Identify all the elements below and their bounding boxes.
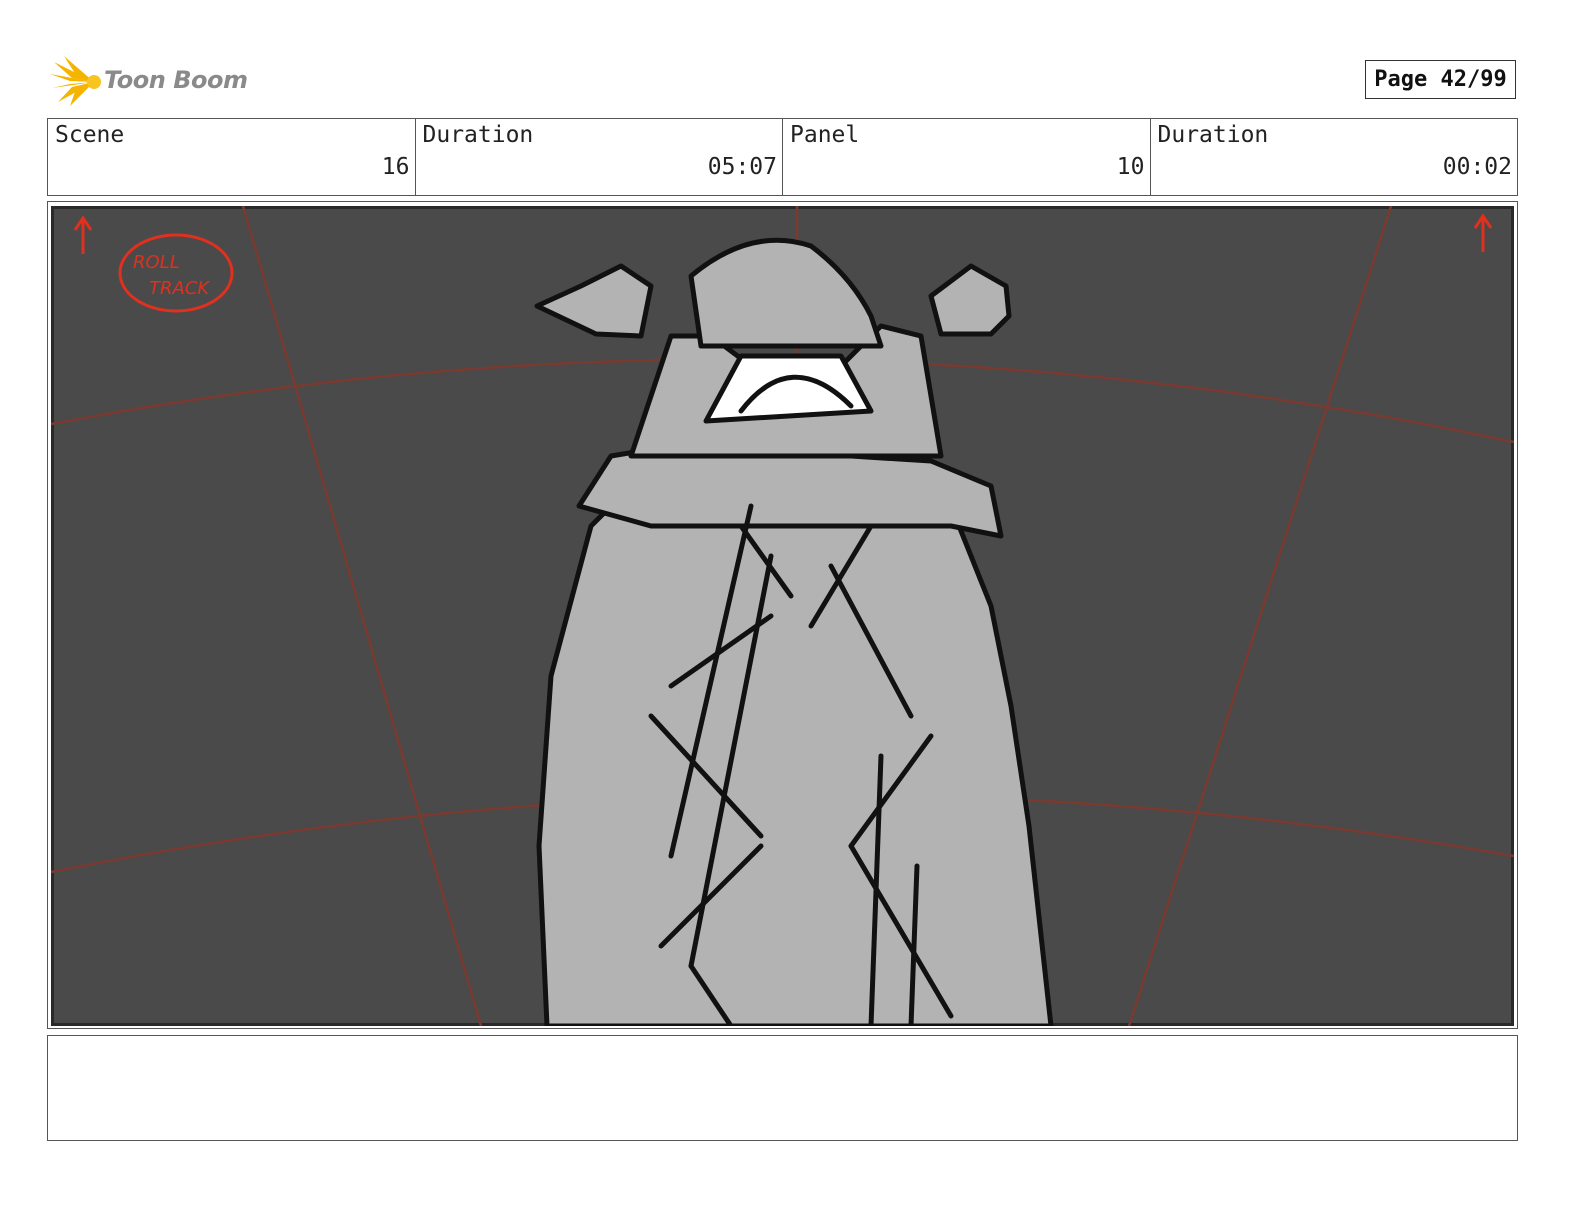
panel-label: Panel: [790, 122, 860, 148]
page-indicator: Page 42/99: [1365, 60, 1516, 99]
panel-value: 10: [1116, 154, 1145, 180]
scene-duration-cell: Duration 05:07: [416, 119, 783, 195]
panel-sketch: ROLL TRACK: [51, 206, 1514, 1026]
toon-boom-logo: Toon Boom: [50, 56, 250, 108]
panel-notes-box: [47, 1035, 1518, 1141]
starburst-icon: [50, 56, 101, 106]
panel-duration-cell: Duration 00:02: [1151, 119, 1518, 195]
logo-text: Toon Boom: [104, 66, 248, 94]
storyboard-panel: ROLL TRACK: [47, 201, 1518, 1029]
scene-label: Scene: [55, 122, 125, 148]
panel-duration-value: 00:02: [1442, 154, 1512, 180]
scene-duration-value: 05:07: [707, 154, 777, 180]
scene-value: 16: [381, 154, 410, 180]
scene-info-table: Scene 16 Duration 05:07 Panel 10 Duratio…: [47, 118, 1518, 196]
scene-cell: Scene 16: [48, 119, 416, 195]
panel-duration-label: Duration: [1157, 122, 1269, 148]
panel-cell: Panel 10: [783, 119, 1151, 195]
scene-duration-label: Duration: [422, 122, 534, 148]
